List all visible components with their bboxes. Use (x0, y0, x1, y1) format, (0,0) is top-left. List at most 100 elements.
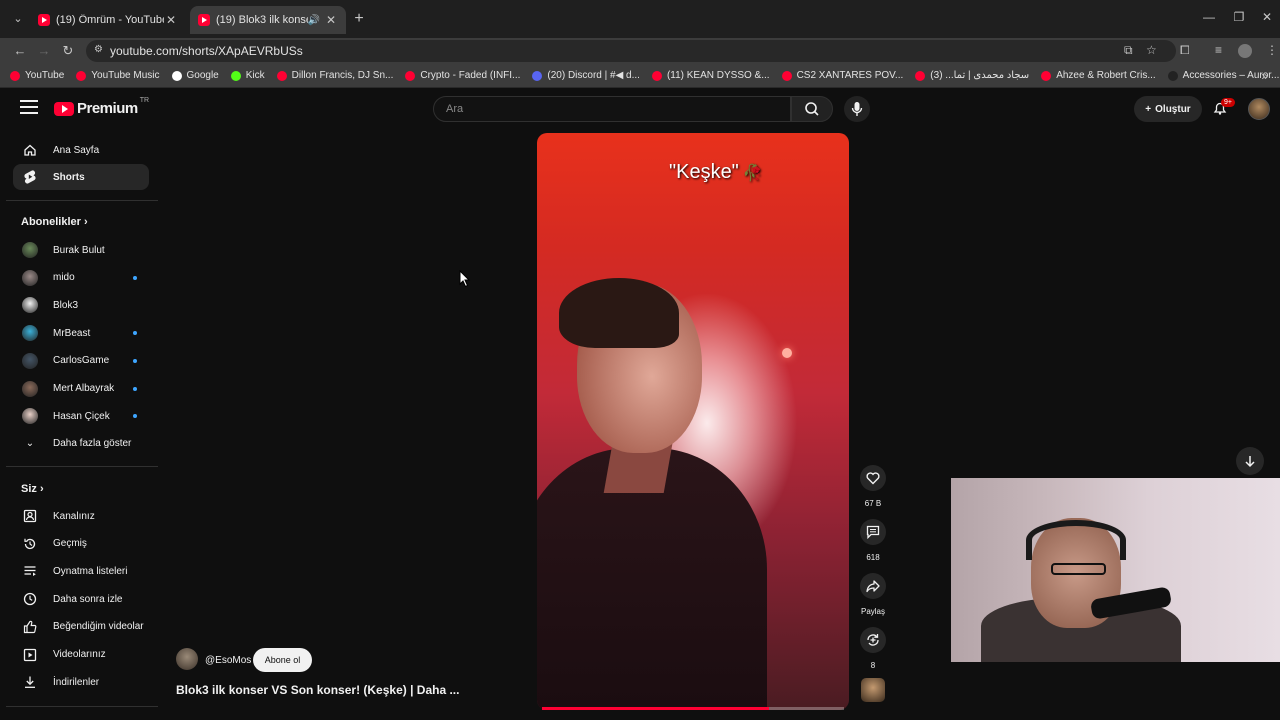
show-more-button[interactable]: ⌄ Daha fazla göster (13, 430, 149, 456)
bookmark-item[interactable]: (20) Discord | #◀ d... (532, 70, 640, 81)
bookmark-favicon-icon (10, 70, 20, 81)
bookmark-item[interactable]: YouTube (10, 70, 64, 81)
close-window-icon[interactable]: ✕ (1252, 10, 1280, 24)
bookmark-star-icon[interactable]: ☆ (1146, 43, 1157, 57)
history-icon (22, 536, 38, 552)
search-button[interactable] (791, 96, 833, 122)
bookmark-item[interactable]: YouTube Music (76, 70, 160, 81)
sidebar-item-label: Blok3 (53, 299, 79, 311)
sidebar-item-video[interactable]: Videolarınız (13, 642, 149, 668)
sidebar-divider (6, 200, 158, 201)
sidebar-item-label: Burak Bulut (53, 244, 105, 256)
you-heading[interactable]: Siz › (21, 483, 44, 495)
extensions-icon[interactable]: ⧠ (1180, 43, 1190, 58)
subscriptions-heading[interactable]: Abonelikler › (21, 216, 88, 228)
channel-avatar (22, 408, 38, 425)
bookmark-item[interactable]: Google (171, 70, 219, 81)
bookmark-item[interactable]: CS2 XANTARES POV... (781, 70, 903, 81)
bookmark-item[interactable]: Crypto - Faded (INFI... (405, 70, 520, 81)
bookmark-item[interactable]: (11) KEAN DYSSO &... (651, 70, 770, 81)
search-input[interactable]: Ara (433, 96, 791, 122)
url-bar[interactable]: ⚙ youtube.com/shorts/XApAEVRbUSs ⧉ ☆ (86, 40, 1176, 62)
share-button[interactable] (860, 573, 886, 599)
bookmark-favicon-icon (276, 70, 287, 81)
back-icon[interactable]: ← (10, 41, 30, 61)
forward-icon[interactable]: → (34, 41, 54, 61)
webcam-glasses (1051, 563, 1106, 575)
sidebar-item-label: CarlosGame (53, 355, 110, 367)
shorts-video-player[interactable]: "Keşke" 🥀 (537, 133, 849, 710)
sidebar-item-channel[interactable]: Kanalınız (13, 503, 149, 529)
stage-light (782, 348, 792, 358)
bookmark-favicon-icon (532, 70, 543, 81)
channel-name[interactable]: @EsoMos (205, 655, 251, 666)
sidebar-item-label: Oynatma listeleri (53, 565, 128, 577)
tab-close-icon[interactable]: ✕ (164, 13, 178, 27)
youtube-premium-logo[interactable]: Premium TR (54, 97, 149, 117)
like-button[interactable] (860, 465, 886, 491)
sidebar-item-subscription[interactable]: MrBeast (13, 320, 149, 346)
sidebar-item-clock[interactable]: Daha sonra izle (13, 586, 149, 612)
minimize-icon[interactable]: — (1194, 10, 1224, 24)
sidebar-item-download[interactable]: İndirilenler (13, 669, 149, 695)
sidebar-item-playlist[interactable]: Oynatma listeleri (13, 558, 149, 584)
new-content-dot (133, 331, 137, 336)
sidebar-item-history[interactable]: Geçmiş (13, 531, 149, 557)
install-app-icon[interactable]: ⧉ (1124, 43, 1133, 58)
plus-icon: + (1145, 103, 1152, 115)
menu-icon[interactable] (20, 100, 38, 114)
reload-icon[interactable]: ↻ (58, 41, 78, 61)
sound-thumbnail[interactable] (861, 678, 885, 702)
tab-blok3[interactable]: (19) Blok3 ilk konser VS Son 🔊 ✕ (190, 6, 346, 34)
sidebar-item-thumbs-up[interactable]: Beğendiğim videolar (13, 614, 149, 640)
bookmark-item[interactable]: Ahzee & Robert Cris... (1041, 70, 1156, 81)
sidebar-item-shorts[interactable]: Shorts (13, 164, 149, 190)
bookmark-item[interactable]: Kick (230, 70, 265, 81)
caption-text: "Keşke" (669, 161, 739, 183)
tab-omrum[interactable]: (19) Ömrüm - YouTube ✕ (30, 6, 186, 34)
bookmark-favicon-icon (230, 70, 241, 81)
new-tab-icon[interactable]: + (350, 10, 368, 28)
bookmarks-overflow-icon[interactable]: » (1261, 69, 1268, 83)
short-title[interactable]: Blok3 ilk konser VS Son konser! (Keşke) … (176, 683, 459, 697)
sidebar-item-label: Ana Sayfa (53, 144, 100, 156)
sidebar-item-subscription[interactable]: Burak Bulut (13, 237, 149, 263)
comment-count: 618 (866, 553, 880, 562)
voice-search-button[interactable] (844, 96, 870, 122)
sidebar-item-subscription[interactable]: CarlosGame (13, 348, 149, 374)
rose-icon: 🥀 (742, 165, 763, 182)
sidebar-item-subscription[interactable]: mido (13, 265, 149, 291)
sidebar-divider (6, 706, 158, 707)
share-icon (866, 580, 880, 593)
bookmark-item[interactable]: Dillon Francis, DJ Sn... (276, 70, 393, 81)
bookmark-item[interactable]: سجاد محمدی | تما... (3) (915, 70, 1029, 81)
sidebar-item-home[interactable]: Ana Sayfa (13, 137, 149, 163)
bookmark-favicon-icon (405, 70, 416, 81)
media-control-icon[interactable]: ≡ (1215, 43, 1222, 57)
subscribe-button[interactable]: Abone ol (253, 648, 312, 672)
sidebar-item-subscription[interactable]: Blok3 (13, 292, 149, 318)
menu-dots-icon[interactable]: ⋮ (1266, 43, 1278, 57)
next-short-button[interactable] (1236, 447, 1264, 475)
search-icon (805, 102, 819, 116)
comments-button[interactable] (860, 519, 886, 545)
mouse-cursor-icon (459, 270, 471, 288)
sidebar-item-subscription[interactable]: Mert Albayrak (13, 376, 149, 402)
create-button[interactable]: + Oluştur (1134, 96, 1202, 122)
bookmark-label: Kick (245, 70, 265, 81)
channel-avatar[interactable] (176, 648, 198, 670)
remix-count: 8 (870, 661, 876, 670)
bookmark-label: (20) Discord | #◀ d... (547, 70, 640, 81)
remix-button[interactable] (860, 627, 886, 653)
sidebar-item-label: Kanalınız (53, 510, 95, 522)
tab-close-icon[interactable]: ✕ (324, 13, 338, 27)
sidebar-item-label: mido (53, 272, 75, 284)
sidebar-item-subscription[interactable]: Hasan Çiçek (13, 403, 149, 429)
restore-icon[interactable]: ❐ (1224, 10, 1254, 24)
site-info-icon[interactable]: ⚙ (94, 44, 108, 58)
tab-search-icon[interactable]: ⌄ (8, 9, 28, 29)
audio-playing-icon[interactable]: 🔊 (308, 15, 320, 26)
channel-avatar (22, 297, 38, 314)
account-avatar[interactable] (1248, 98, 1270, 120)
profile-avatar[interactable] (1238, 44, 1252, 58)
